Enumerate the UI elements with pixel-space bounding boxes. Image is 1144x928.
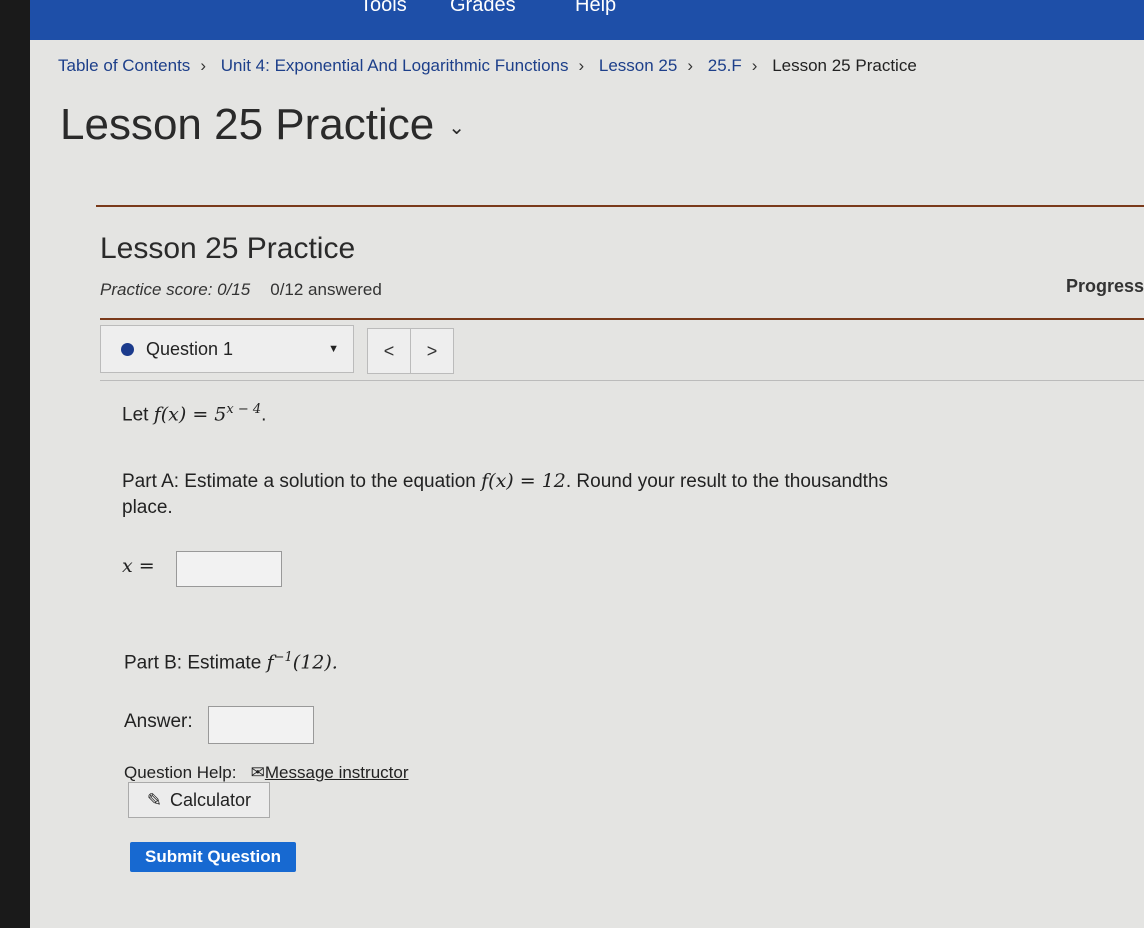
question-select[interactable]: Question 1 ▼	[100, 325, 354, 373]
top-nav: Tools Grades Help	[30, 0, 1144, 40]
crumb-toc[interactable]: Table of Contents	[58, 56, 190, 75]
crumb-section[interactable]: 25.F	[708, 56, 742, 75]
answered-count: 0/12 answered	[270, 280, 382, 299]
part-a-text: Part A: Estimate a solution to the equat…	[122, 470, 889, 518]
nav-tools[interactable]: Tools	[360, 0, 407, 17]
dropdown-arrow-icon: ▼	[328, 343, 339, 355]
assignment-title: Lesson 25 Practice	[100, 232, 356, 265]
calculator-icon: ✎	[146, 789, 163, 810]
prev-question-button[interactable]: <	[367, 328, 411, 374]
mail-icon: ✉	[250, 763, 265, 782]
question-help: Question Help: ✉Message instructor	[124, 763, 409, 782]
crumb-lesson[interactable]: Lesson 25	[599, 56, 677, 75]
crumb-current: Lesson 25 Practice	[772, 56, 917, 75]
nav-help[interactable]: Help	[575, 0, 616, 17]
divider	[100, 380, 1144, 381]
score-line: Practice score: 0/15 0/12 answered	[100, 280, 382, 300]
practice-score: Practice score: 0/15	[100, 280, 251, 299]
message-instructor-link[interactable]: Message instructor	[265, 763, 409, 782]
breadcrumb: Table of Contents › Unit 4: Exponential A…	[58, 56, 917, 75]
part-b-answer-input[interactable]	[208, 706, 314, 744]
divider	[100, 318, 1144, 320]
screen: Tools Grades Help Table of Contents › Uni…	[30, 0, 1144, 928]
nav-grades[interactable]: Grades	[450, 0, 516, 17]
calculator-button[interactable]: ✎ Calculator	[128, 782, 270, 818]
next-question-button[interactable]: >	[410, 328, 454, 374]
part-a-answer-input[interactable]	[176, 551, 282, 587]
status-dot-icon	[121, 342, 134, 356]
progress-label[interactable]: Progress	[1066, 276, 1144, 297]
function-definition: Let f(x) = 5x − 4.	[122, 402, 267, 426]
page-title[interactable]: Lesson 25 Practice ⌄	[60, 100, 465, 150]
chevron-down-icon[interactable]: ⌄	[448, 117, 465, 139]
crumb-unit[interactable]: Unit 4: Exponential And Logarithmic Func…	[221, 56, 569, 75]
part-a-answer-label: x =	[122, 555, 155, 577]
part-b-text: Part B: Estimate f−1(12).	[124, 650, 338, 674]
submit-question-button[interactable]: Submit Question	[130, 842, 296, 872]
divider	[96, 205, 1144, 207]
part-b-answer-label: Answer:	[124, 711, 193, 732]
